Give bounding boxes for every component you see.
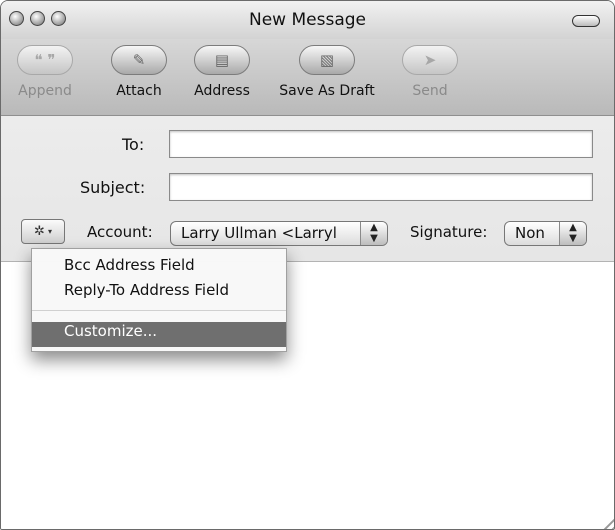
subject-field[interactable] — [169, 173, 593, 201]
to-label: To: — [122, 135, 145, 154]
attach-label: Attach — [116, 83, 162, 99]
paper-plane-icon: ➤ — [423, 50, 437, 69]
resize-grip-icon[interactable] — [594, 509, 614, 529]
address-label: Address — [194, 83, 250, 99]
chevron-down-icon: ▾ — [47, 227, 52, 236]
account-label: Account: — [87, 223, 153, 241]
attach-button[interactable]: ✎ Attach — [109, 45, 169, 99]
append-icon: ❝ ❞ — [34, 50, 56, 69]
address-button[interactable]: ▤ Address — [186, 45, 258, 99]
send-label: Send — [412, 83, 448, 99]
to-field[interactable] — [169, 130, 593, 158]
address-book-icon: ▤ — [214, 50, 230, 69]
title-bar[interactable]: New Message — [1, 1, 614, 39]
menu-item-bcc-address-field[interactable]: Bcc Address Field — [32, 256, 286, 281]
menu-separator — [32, 310, 286, 311]
signature-select[interactable]: Non ▲ ▼ — [504, 221, 587, 246]
signature-label: Signature: — [410, 223, 488, 241]
save-as-draft-button[interactable]: ▧ Save As Draft — [271, 45, 383, 99]
signature-value: Non — [515, 224, 545, 242]
subject-label: Subject: — [80, 178, 146, 197]
menu-item-reply-to-address-field[interactable]: Reply-To Address Field — [32, 281, 286, 306]
account-value: Larry Ullman <Larryl — [181, 224, 337, 242]
paperclip-icon: ✎ — [132, 50, 146, 69]
send-button[interactable]: ➤ Send — [399, 45, 461, 99]
toolbar: ❝ ❞ Append ✎ Attach ▤ Address ▧ Save As … — [1, 39, 614, 116]
message-window: New Message ❝ ❞ Append ✎ Attach ▤ Addres… — [0, 0, 615, 530]
stepper-arrows-icon: ▲ ▼ — [559, 222, 586, 245]
toolbar-toggle-button[interactable] — [572, 15, 600, 27]
action-dropdown-menu: Bcc Address Field Reply-To Address Field… — [31, 248, 287, 352]
menu-item-customize[interactable]: Customize... — [32, 322, 286, 347]
account-select[interactable]: Larry Ullman <Larryl ▲ ▼ — [170, 221, 388, 246]
append-button[interactable]: ❝ ❞ Append — [9, 45, 81, 99]
action-menu-button[interactable]: ✲ ▾ — [21, 219, 65, 244]
append-label: Append — [18, 83, 72, 99]
gear-icon: ✲ — [34, 224, 45, 239]
stepper-arrows-icon: ▲ ▼ — [360, 222, 387, 245]
message-header: To: Subject: ✲ ▾ Account: Larry Ullman <L… — [1, 116, 614, 262]
save-as-draft-label: Save As Draft — [279, 83, 375, 99]
window-title: New Message — [249, 10, 366, 30]
draft-icon: ▧ — [319, 50, 335, 69]
